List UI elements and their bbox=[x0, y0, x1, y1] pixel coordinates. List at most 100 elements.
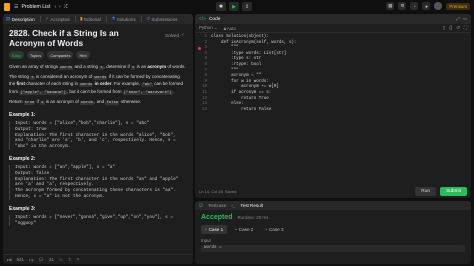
case-tabs: • Case 1 • Case 2 • Case 3 bbox=[195, 221, 471, 238]
tab-accepted[interactable]: ✓ Accepted bbox=[45, 16, 69, 22]
check-circle-icon: ✓ bbox=[181, 32, 185, 37]
problem-list-link[interactable]: Problem List bbox=[21, 4, 50, 10]
description-paragraph: Return true if s is an acronym of words,… bbox=[9, 98, 142, 105]
saved-status: Saved bbox=[225, 188, 237, 194]
leetcode-logo-icon[interactable] bbox=[4, 2, 10, 11]
example-3-title: Example 3: bbox=[9, 205, 36, 212]
top-bar: ☰ Problem List ‹ › ⤮ ✱ ▶ ⇪ ▦ ⚙ ◔ ● Premi… bbox=[0, 0, 474, 13]
tab-label: Solutions bbox=[116, 16, 136, 22]
avatar[interactable] bbox=[434, 2, 443, 10]
document-icon: ▤ bbox=[6, 16, 11, 21]
chevron-down-icon: ⌄ bbox=[213, 25, 218, 30]
accepted-label: Accepted bbox=[201, 214, 233, 221]
book-icon: ▮ bbox=[80, 16, 83, 21]
description-panel: ▤ Description ✓ Accepted ▮ Editorial ⚗ S… bbox=[3, 14, 193, 264]
upload-button[interactable]: ⇪ bbox=[242, 2, 252, 11]
example-3-box: Input: words = ["never","gonna","give","… bbox=[9, 214, 187, 227]
premium-button[interactable]: Premium bbox=[446, 2, 470, 10]
notification-icon[interactable]: ● bbox=[422, 2, 431, 10]
checkbox-icon: ☑ bbox=[199, 202, 204, 208]
reset-icon[interactable]: ↺ bbox=[456, 25, 460, 31]
code-icon: </> bbox=[199, 16, 206, 22]
run-button[interactable]: Run bbox=[415, 186, 437, 196]
run-top-button[interactable]: ▶ bbox=[229, 2, 239, 11]
divider bbox=[74, 16, 76, 22]
tab-test-result[interactable]: Test Result bbox=[240, 203, 263, 208]
next-icon[interactable]: › bbox=[59, 4, 61, 10]
example-2-title: Example 2: bbox=[9, 156, 36, 162]
collapse-icon[interactable]: ▭ bbox=[463, 16, 467, 22]
thumbs-down-icon[interactable]: 👎︎ bbox=[29, 257, 33, 263]
fullscreen-icon[interactable]: ⛶ bbox=[464, 25, 467, 31]
expand-icon[interactable]: ⤢ bbox=[456, 16, 460, 22]
example-explanation: "abc" is the acronym. bbox=[15, 144, 71, 150]
tab-label: Editorial bbox=[84, 16, 101, 22]
like-count: 521 bbox=[16, 257, 24, 262]
check-icon: ✓ bbox=[45, 16, 49, 21]
example-1-box: Input: words = ["alice","bob","charlie"]… bbox=[9, 121, 187, 150]
solved-label: Solved bbox=[165, 32, 180, 38]
divider bbox=[105, 16, 107, 22]
prev-icon[interactable]: ‹ bbox=[54, 4, 56, 10]
streak-icon[interactable]: ◔ bbox=[410, 2, 419, 10]
example-explanation: Hence, s = "a" is not the acronym. bbox=[15, 193, 105, 199]
history-icon: ↺ bbox=[146, 16, 150, 21]
tab-submissions[interactable]: ↺ Submissions bbox=[146, 16, 177, 22]
runtime-label: Runtime: 20 ms bbox=[237, 215, 269, 220]
hint-chip[interactable]: Hint bbox=[76, 51, 90, 59]
cursor-position: Ln 14, Col 25 bbox=[199, 188, 223, 194]
braces-icon[interactable]: {} bbox=[449, 25, 452, 31]
test-result-panel: ☑ Testcase ›_ Test Result Accepted Runti… bbox=[195, 201, 471, 264]
tab-label: Description bbox=[11, 16, 35, 22]
code-panel: </> Code ⤢ ▭ Python ⌄ 🔒︎ Auto ▯ {} ↺ ⛶ 1… bbox=[195, 14, 471, 198]
comment-count: 21 bbox=[48, 257, 54, 262]
tab-description[interactable]: ▤ Description bbox=[6, 16, 35, 22]
auto-toggle[interactable]: 🔒︎ Auto bbox=[224, 26, 236, 31]
tag-chips: Easy Topics Companies Hint bbox=[9, 51, 187, 59]
tab-testcase[interactable]: Testcase bbox=[208, 203, 226, 208]
description-paragraph: Given an array of strings words and a st… bbox=[9, 64, 186, 70]
flask-icon: ⚗ bbox=[111, 16, 116, 21]
code-toolbar: Python ⌄ 🔒︎ Auto ▯ {} ↺ ⛶ bbox=[195, 24, 471, 33]
input-label: Input bbox=[201, 238, 211, 243]
tab-editorial[interactable]: ▮ Editorial bbox=[80, 16, 101, 22]
layout-icon[interactable]: ▦ bbox=[386, 2, 395, 10]
tab-label: Accepted bbox=[50, 16, 70, 22]
divider bbox=[140, 16, 142, 22]
submit-button[interactable]: Submit bbox=[440, 186, 467, 196]
comment-icon[interactable]: 💬︎ bbox=[38, 257, 44, 263]
share-icon[interactable]: ⇧ bbox=[68, 257, 72, 263]
left-footer: 👍︎ 521 👎︎ 💬︎ 21 ☆ ⇧ ? bbox=[3, 254, 193, 264]
left-tabs: ▤ Description ✓ Accepted ▮ Editorial ⚗ S… bbox=[3, 14, 193, 24]
tab-solutions[interactable]: ⚗ Solutions bbox=[111, 16, 135, 22]
problem-description: Given an array of strings words and a st… bbox=[9, 64, 187, 106]
difficulty-chip: Easy bbox=[9, 51, 24, 59]
case-tab-1[interactable]: • Case 1 bbox=[201, 225, 228, 234]
case-tab-3[interactable]: • Case 3 bbox=[261, 225, 287, 234]
result-tabs: ☑ Testcase ›_ Test Result bbox=[195, 201, 471, 210]
code-title: Code bbox=[208, 16, 221, 22]
divider bbox=[39, 16, 41, 22]
terminal-icon: ›_ bbox=[231, 203, 236, 208]
case-tab-2[interactable]: • Case 2 bbox=[231, 225, 257, 234]
lock-icon: 🔒︎ bbox=[223, 25, 226, 31]
bug-icon: ✱ bbox=[218, 3, 224, 10]
code-editor[interactable]: 1 class Solution(object): 2 def isAcronym… bbox=[195, 35, 471, 113]
thumbs-up-icon[interactable]: 👍︎ bbox=[7, 257, 12, 263]
example-1-title: Example 1: bbox=[9, 112, 36, 119]
example-input: "ngguoy" bbox=[15, 220, 37, 226]
topics-chip[interactable]: Topics bbox=[26, 51, 45, 59]
play-icon: ▶ bbox=[232, 3, 236, 10]
shuffle-icon[interactable]: ⤮ bbox=[64, 4, 68, 10]
companies-chip[interactable]: Companies bbox=[47, 51, 74, 59]
bookmark-icon[interactable]: ▯ bbox=[443, 25, 445, 31]
star-icon[interactable]: ☆ bbox=[59, 257, 63, 263]
debug-button[interactable]: ✱ bbox=[216, 2, 226, 11]
help-icon[interactable]: ? bbox=[76, 257, 78, 262]
input-value: words = bbox=[201, 245, 465, 252]
example-input: Input: words = ["never","gonna","give","… bbox=[15, 214, 174, 220]
list-icon[interactable]: ☰ bbox=[14, 4, 18, 10]
language-select[interactable]: Python ⌄ bbox=[199, 25, 218, 31]
settings-icon[interactable]: ⚙ bbox=[398, 2, 407, 10]
problem-title: 2828. Check if a String Is an Acronym of… bbox=[9, 28, 119, 48]
